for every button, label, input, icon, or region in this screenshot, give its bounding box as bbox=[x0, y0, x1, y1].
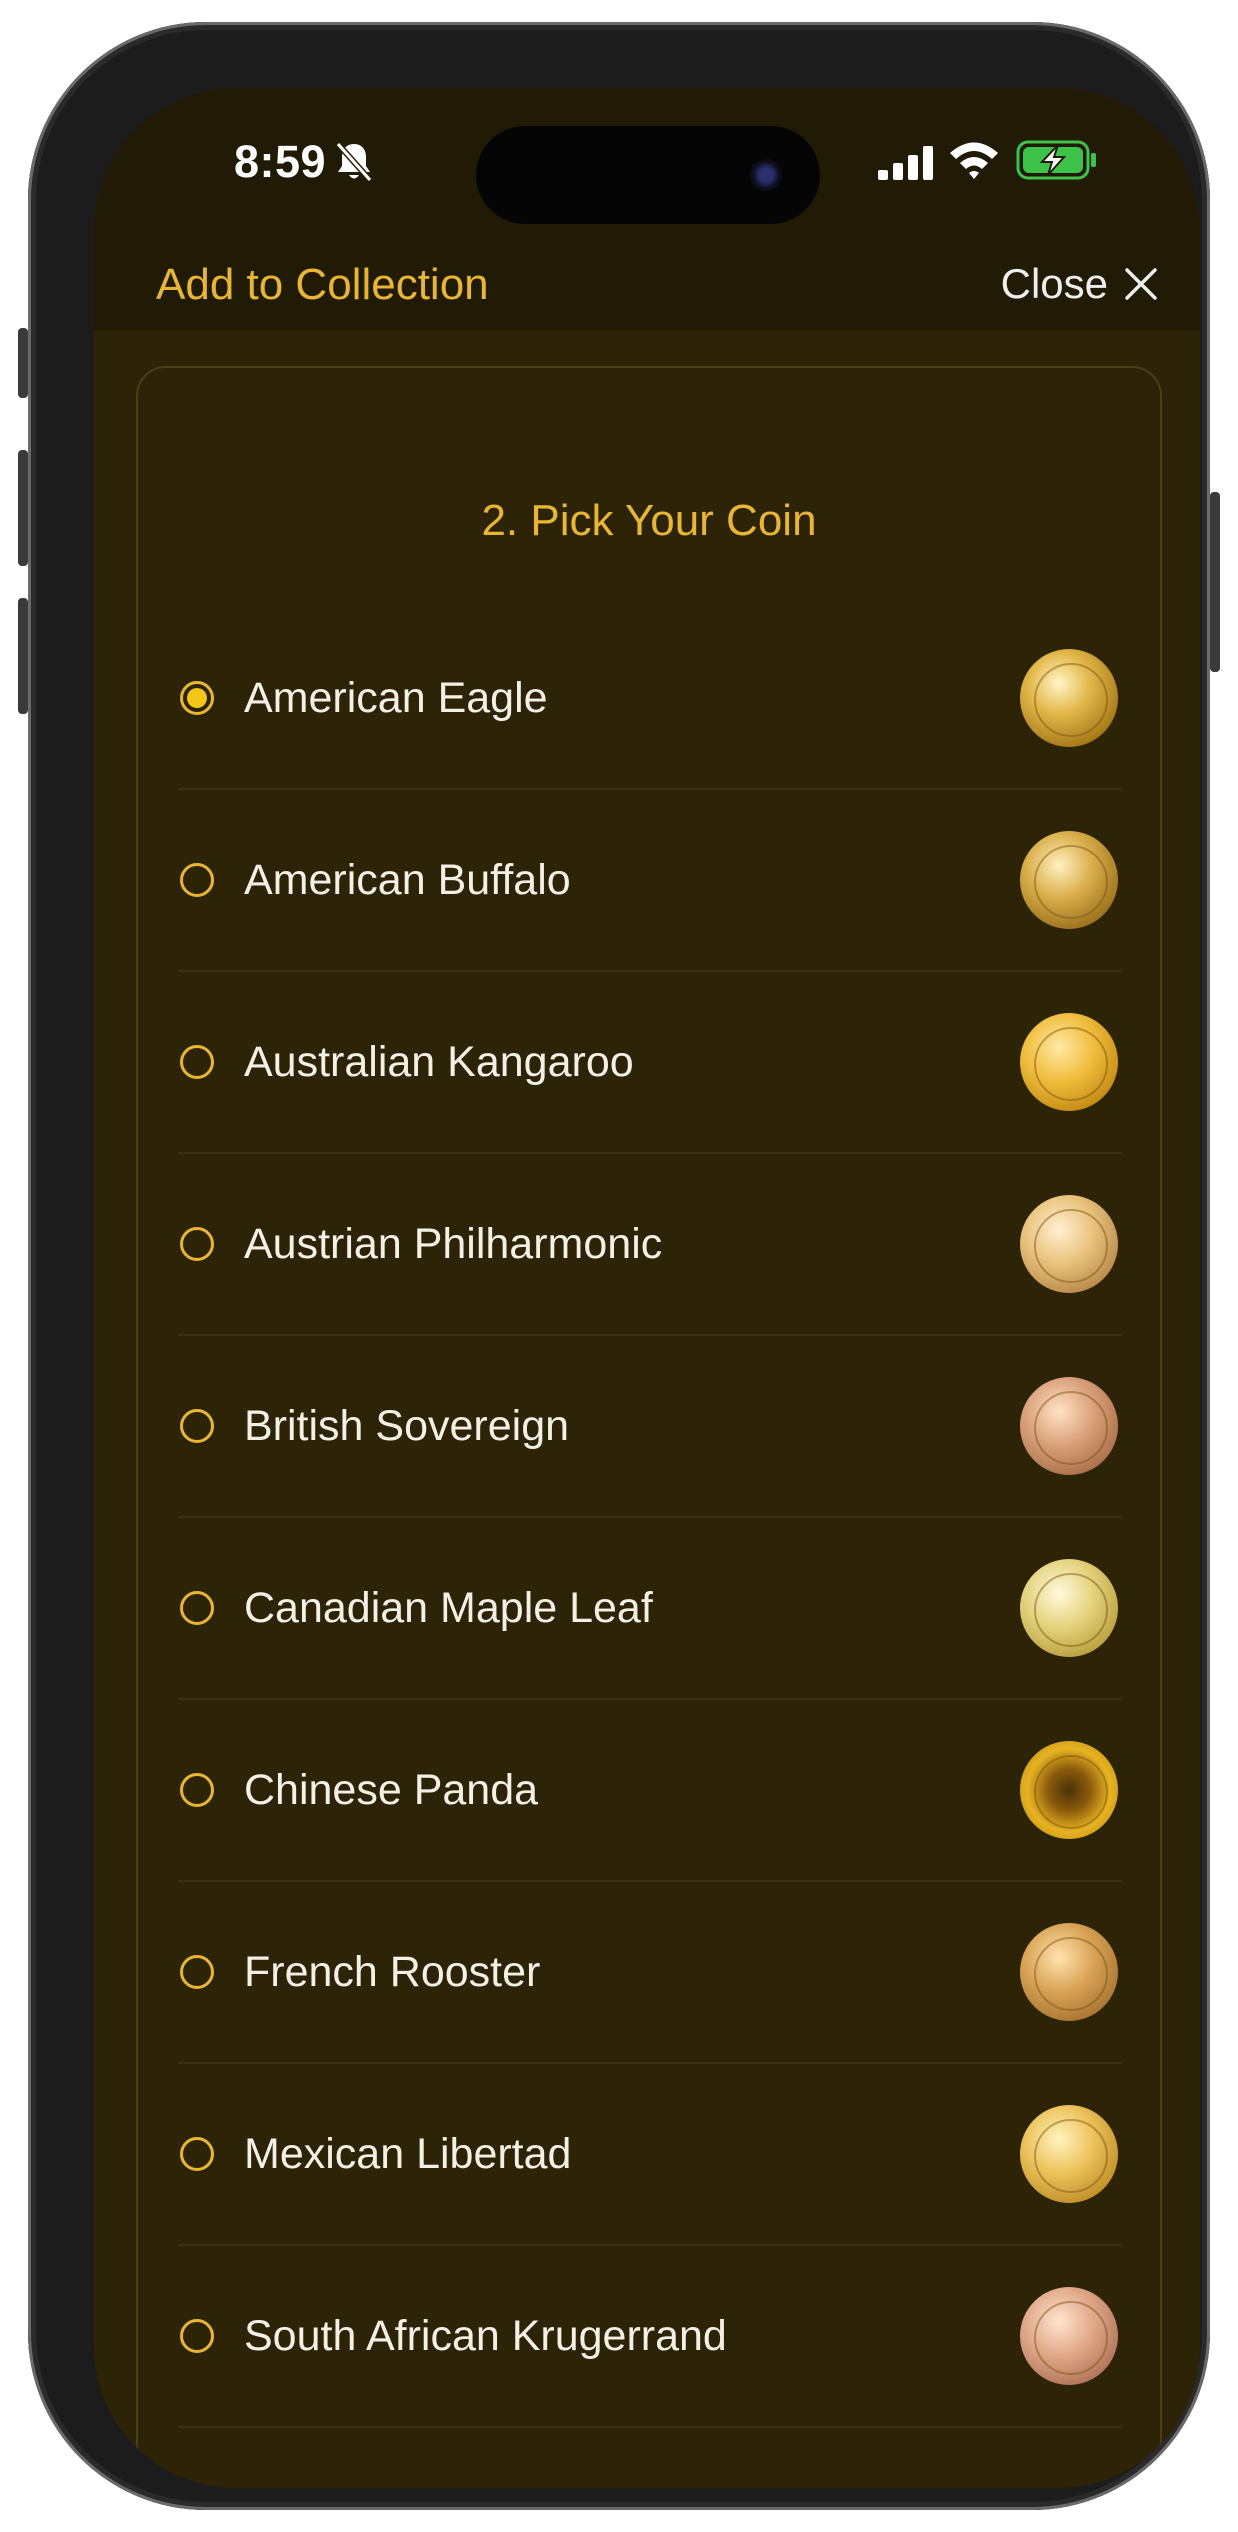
coin-option[interactable]: Australian Kangaroo bbox=[178, 972, 1122, 1154]
cellular-signal-icon bbox=[878, 146, 933, 180]
radio-button[interactable] bbox=[180, 1955, 214, 1989]
coin-name: Mexican Libertad bbox=[244, 2129, 572, 2178]
radio-button[interactable] bbox=[180, 1773, 214, 1807]
austrian-philharmonic-coin-image bbox=[1020, 1195, 1118, 1293]
radio-button[interactable] bbox=[180, 1045, 214, 1079]
coin-name: Chinese Panda bbox=[244, 1765, 539, 1814]
coin-option[interactable]: American Buffalo bbox=[178, 790, 1122, 972]
close-label: Close bbox=[1000, 260, 1108, 307]
close-button[interactable]: Close bbox=[1001, 260, 1158, 308]
coin-option[interactable]: South African Krugerrand bbox=[178, 2246, 1122, 2428]
coin-option[interactable]: French Rooster bbox=[178, 1882, 1122, 2064]
coin-name: Austrian Philharmonic bbox=[244, 1219, 663, 1268]
radio-button[interactable] bbox=[180, 1591, 214, 1625]
radio-button[interactable] bbox=[180, 2137, 214, 2171]
page-title: Add to Collection bbox=[156, 260, 489, 309]
camera-icon bbox=[750, 159, 782, 191]
coin-name: South African Krugerrand bbox=[244, 2311, 727, 2360]
battery-charging-icon bbox=[1016, 140, 1096, 180]
coin-name: Australian Kangaroo bbox=[244, 1037, 634, 1086]
phone-frame: Add to Collection Close 8:59 2. Pick You… bbox=[28, 22, 1210, 2510]
coin-option[interactable]: Austrian Philharmonic bbox=[178, 1154, 1122, 1336]
coin-picker-card: 2. Pick Your Coin American Eagle American… bbox=[136, 366, 1162, 2488]
status-time: 8:59 bbox=[234, 136, 327, 187]
coin-name: British Sovereign bbox=[244, 1401, 570, 1450]
coin-option[interactable]: Canadian Maple Leaf bbox=[178, 1518, 1122, 1700]
south-african-krugerrand-coin-image bbox=[1020, 2287, 1118, 2385]
mexican-libertad-coin-image bbox=[1020, 2105, 1118, 2203]
radio-button[interactable] bbox=[180, 2319, 214, 2353]
coin-option[interactable]: American Eagle bbox=[178, 608, 1122, 790]
step-title: 2. Pick Your Coin bbox=[481, 496, 817, 545]
coin-option[interactable]: British Sovereign bbox=[178, 1336, 1122, 1518]
radio-button[interactable] bbox=[180, 863, 214, 897]
american-buffalo-coin-image bbox=[1020, 831, 1118, 929]
radio-button[interactable] bbox=[180, 681, 214, 715]
close-icon bbox=[1125, 268, 1157, 300]
coin-name: American Eagle bbox=[244, 673, 548, 722]
chinese-panda-coin-image bbox=[1020, 1741, 1118, 1839]
canadian-maple-leaf-coin-image bbox=[1020, 1559, 1118, 1657]
coin-option[interactable]: Mexican Libertad bbox=[178, 2064, 1122, 2246]
dynamic-island bbox=[476, 126, 820, 224]
wifi-icon bbox=[950, 142, 998, 179]
french-rooster-coin-image bbox=[1020, 1923, 1118, 2021]
coin-name: French Rooster bbox=[244, 1947, 541, 1996]
radio-button[interactable] bbox=[180, 1227, 214, 1261]
coin-name: American Buffalo bbox=[244, 855, 571, 904]
coin-option[interactable]: Chinese Panda bbox=[178, 1700, 1122, 1882]
bell-slash-icon bbox=[335, 142, 373, 182]
british-sovereign-coin-image bbox=[1020, 1377, 1118, 1475]
screen: Add to Collection Close 8:59 2. Pick You… bbox=[94, 88, 1200, 2488]
radio-button[interactable] bbox=[180, 1409, 214, 1443]
australian-kangaroo-coin-image bbox=[1020, 1013, 1118, 1111]
coin-list: American Eagle American Buffalo Australian… bbox=[178, 608, 1122, 2428]
coin-name: Canadian Maple Leaf bbox=[244, 1583, 653, 1632]
american-eagle-coin-image bbox=[1020, 649, 1118, 747]
